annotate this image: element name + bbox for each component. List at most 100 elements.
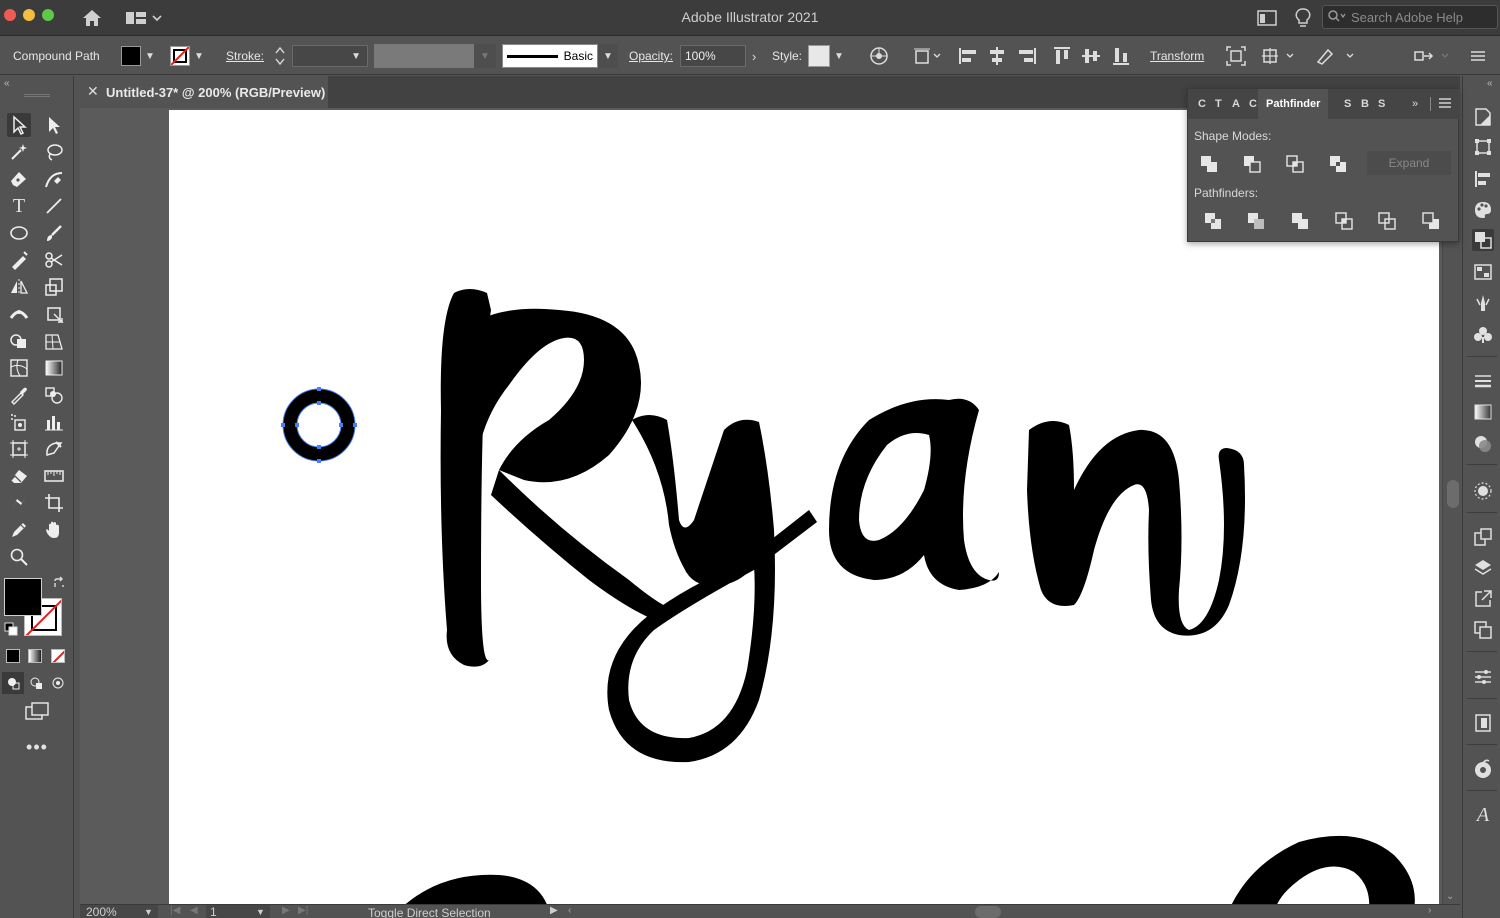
- color-guide-panel-icon[interactable]: [1472, 199, 1494, 221]
- eraser-tool-icon[interactable]: [7, 464, 31, 488]
- puppet-warp-dropdown-icon[interactable]: [1260, 46, 1298, 66]
- transform-link[interactable]: Transform: [1150, 37, 1204, 75]
- lasso-tool-icon[interactable]: [42, 140, 66, 164]
- panel-menu-icon[interactable]: [1438, 96, 1452, 115]
- minus-back-button[interactable]: [1418, 209, 1444, 233]
- align-vertical-center-icon[interactable]: [1081, 46, 1101, 66]
- merge-button[interactable]: [1287, 209, 1313, 233]
- stroke-panel-icon[interactable]: [1472, 370, 1494, 392]
- tab-color[interactable]: C: [1198, 98, 1206, 110]
- none-mode-button[interactable]: [51, 649, 65, 663]
- color-mode-button[interactable]: [6, 649, 20, 663]
- line-segment-tool-icon[interactable]: [42, 194, 66, 218]
- default-fill-stroke-icon[interactable]: [4, 622, 18, 636]
- last-artboard-icon[interactable]: ▶|: [298, 905, 308, 916]
- align-right-icon[interactable]: [1017, 46, 1037, 66]
- swap-fill-stroke-icon[interactable]: [52, 576, 66, 590]
- gradient-mode-button[interactable]: [28, 649, 42, 663]
- opacity-label[interactable]: Opacity:: [629, 37, 673, 75]
- tab-pathfinder[interactable]: Pathfinder: [1258, 89, 1329, 119]
- selection-tool-icon[interactable]: [7, 113, 31, 137]
- crop-image-tool-icon[interactable]: [42, 491, 66, 515]
- links-panel-icon[interactable]: [1472, 712, 1494, 734]
- brush-definition-dropdown[interactable]: Basic ▼: [502, 37, 618, 75]
- tab-symbols[interactable]: S: [1378, 98, 1385, 110]
- recolor-artwork-icon[interactable]: [869, 46, 889, 66]
- perspective-grid-tool-icon[interactable]: [42, 329, 66, 353]
- slice-tool-icon[interactable]: [42, 437, 66, 461]
- artboards-panel-icon[interactable]: [1472, 619, 1494, 641]
- exclude-button[interactable]: [1325, 152, 1351, 176]
- rotate-view-tool-icon[interactable]: [7, 491, 31, 515]
- stroke-color-dropdown[interactable]: ▼: [170, 37, 204, 75]
- document-tab[interactable]: ✕ Untitled-37* @ 200% (RGB/Preview): [80, 76, 328, 108]
- outline-button[interactable]: [1374, 209, 1400, 233]
- character-panel-icon[interactable]: A: [1472, 804, 1494, 826]
- scroll-down-icon[interactable]: ⌄: [1446, 891, 1454, 902]
- gradient-tool-icon[interactable]: [42, 356, 66, 380]
- distribute-dropdown-icon[interactable]: [1412, 46, 1454, 66]
- eyedropper-tool-icon[interactable]: [7, 383, 31, 407]
- curvature-tool-icon[interactable]: [42, 167, 66, 191]
- pencil-tool-icon[interactable]: [7, 518, 31, 542]
- column-graph-tool-icon[interactable]: [42, 410, 66, 434]
- ellipse-tool-icon[interactable]: [7, 221, 31, 245]
- tab-swatches[interactable]: S: [1344, 98, 1351, 110]
- graphic-style-dropdown[interactable]: ▼: [808, 37, 844, 75]
- type-tool-icon[interactable]: T: [7, 194, 31, 218]
- expand-panels-icon[interactable]: «: [1487, 78, 1493, 89]
- artboard-number-field[interactable]: 1 ▼: [206, 905, 270, 918]
- transform-panel-icon[interactable]: [1472, 136, 1494, 158]
- panel-grip[interactable]: [24, 94, 50, 97]
- stroke-weight-stepper[interactable]: [274, 37, 286, 75]
- stroke-weight-field[interactable]: ▼: [292, 37, 368, 75]
- paintbrush-tool-icon[interactable]: [42, 221, 66, 245]
- opacity-value[interactable]: 100%: [680, 45, 746, 67]
- arrange-documents-icon[interactable]: [1256, 8, 1278, 28]
- fill-color-dropdown[interactable]: ▼: [121, 37, 155, 75]
- unite-button[interactable]: [1196, 152, 1222, 176]
- draw-normal-icon[interactable]: [2, 672, 24, 694]
- status-menu-icon[interactable]: ▶: [550, 905, 558, 916]
- export-panel-icon[interactable]: [1472, 588, 1494, 610]
- shaper-tool-icon[interactable]: [7, 248, 31, 272]
- expand-button[interactable]: Expand: [1367, 151, 1451, 175]
- properties-panel-icon[interactable]: [1472, 106, 1494, 128]
- gradient-panel-icon[interactable]: [1472, 401, 1494, 423]
- opacity-field[interactable]: 100% ›: [680, 37, 756, 75]
- swatches-panel-icon[interactable]: [1472, 261, 1494, 283]
- collapse-panel-icon[interactable]: «: [4, 78, 10, 89]
- reflect-tool-icon[interactable]: [7, 275, 31, 299]
- fill-color-box-front[interactable]: [4, 578, 42, 616]
- first-artboard-icon[interactable]: |◀: [170, 905, 180, 916]
- zoom-tool-icon[interactable]: [7, 545, 31, 569]
- blend-tool-icon[interactable]: [42, 383, 66, 407]
- align-bottom-icon[interactable]: [1111, 46, 1131, 66]
- shape-builder-tool-icon[interactable]: [7, 329, 31, 353]
- scissors-tool-icon[interactable]: [42, 248, 66, 272]
- horizontal-scrollbar-thumb[interactable]: [975, 906, 1001, 918]
- properties-sliders-panel-icon[interactable]: [1472, 666, 1494, 688]
- collapse-panel-icon[interactable]: »: [1412, 98, 1418, 110]
- close-document-icon[interactable]: ✕: [87, 83, 99, 100]
- align-left-icon[interactable]: [958, 46, 978, 66]
- direct-selection-tool-icon[interactable]: [42, 113, 66, 137]
- edit-toolbar-icon[interactable]: •••: [24, 736, 50, 758]
- draw-behind-icon[interactable]: [25, 672, 47, 694]
- width-tool-icon[interactable]: [7, 302, 31, 326]
- tab-color-guide[interactable]: C: [1249, 98, 1257, 110]
- crop-button[interactable]: [1331, 209, 1357, 233]
- lightbulb-icon[interactable]: [1292, 7, 1314, 29]
- vertical-scrollbar-thumb[interactable]: [1447, 480, 1459, 508]
- libraries-panel-icon[interactable]: [1472, 758, 1494, 780]
- align-to-dropdown-icon[interactable]: [913, 46, 943, 66]
- tab-brushes[interactable]: B: [1361, 98, 1369, 110]
- minus-front-button[interactable]: [1239, 152, 1265, 176]
- divide-button[interactable]: [1200, 209, 1226, 233]
- appearance-panel-icon[interactable]: [1472, 480, 1494, 502]
- trim-button[interactable]: [1243, 209, 1269, 233]
- previous-artboard-icon[interactable]: ◀: [190, 905, 198, 916]
- stroke-label[interactable]: Stroke:: [226, 37, 264, 75]
- pen-tool-icon[interactable]: [7, 167, 31, 191]
- symbol-sprayer-tool-icon[interactable]: [7, 410, 31, 434]
